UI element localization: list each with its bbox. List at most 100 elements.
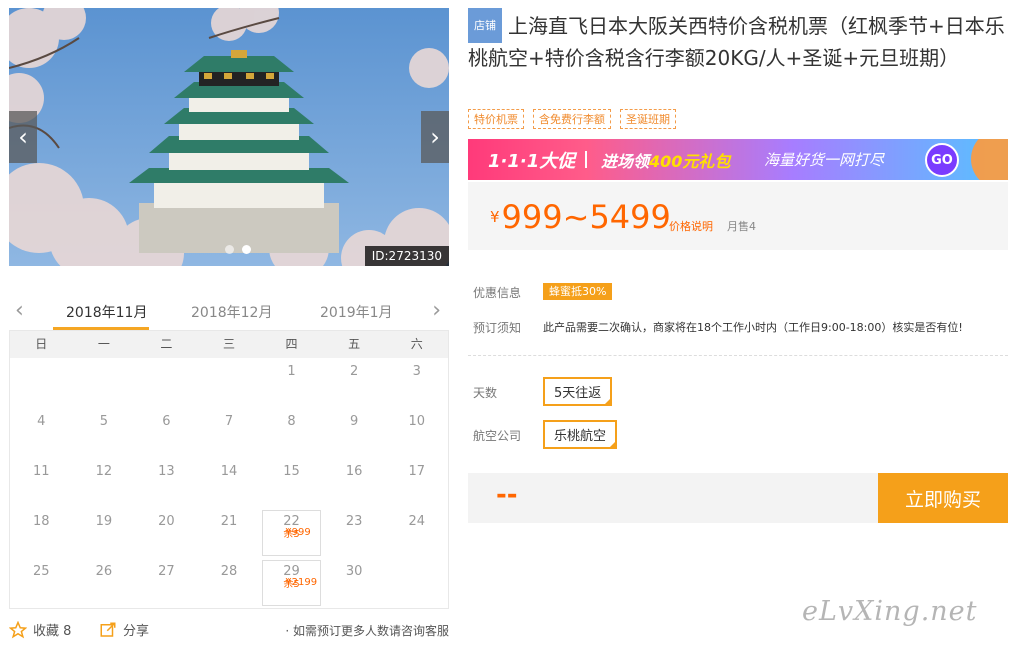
price-calendar: 日一二三四五六 1 2 3 4 5 6 7 8 9 10 11 12 13 14 15 16 17 18 19 20 2… — [9, 330, 449, 609]
weekday-label: 四 — [285, 337, 298, 351]
tab-month-nov[interactable]: 2018年11月 — [66, 302, 147, 322]
chevron-left-icon: ‹ — [18, 123, 28, 151]
calendar-day: 9 — [323, 408, 386, 458]
calendar-day-number: 1 — [287, 364, 296, 379]
gallery-dot-active[interactable] — [242, 245, 251, 254]
weekday-label: 一 — [97, 337, 110, 351]
calendar-day-available[interactable]: 29 ¥2199 余5 — [262, 560, 321, 606]
promo-divider — [585, 151, 587, 168]
calendar-day-number: 8 — [287, 414, 296, 429]
calendar-day: 21 — [198, 508, 261, 558]
calendar-day-number: 19 — [95, 514, 113, 529]
days-label: 天数 — [473, 386, 498, 400]
share-label: 分享 — [123, 624, 150, 639]
calendar-day-number: 24 — [408, 514, 425, 529]
calendar-day-number: 30 — [345, 564, 363, 579]
product-title-text: 上海直飞日本大阪关西特价含税机票（红枫季节+日本乐桃航空+特价含税含行李额20K… — [468, 14, 1005, 70]
calendar-day: 7 — [198, 408, 261, 458]
booking-notice-label: 预订须知 — [473, 321, 522, 335]
calendar-day — [10, 358, 73, 408]
calendar-month-tabs: ‹ 2018年11月 2018年12月 2019年1月 › — [9, 292, 449, 330]
calendar-day-price: ¥999 — [285, 527, 311, 538]
calendar-day: 4 — [10, 408, 73, 458]
calendar-day: 28 — [198, 558, 261, 608]
gallery-prev-button[interactable]: ‹ — [9, 111, 37, 163]
weekday-label: 日 — [35, 337, 48, 351]
star-icon — [9, 620, 27, 638]
calendar-day: 18 — [10, 508, 73, 558]
promo-subtext: 海量好货一网打尽 — [764, 151, 885, 169]
promo-headline: 进场领400元礼包 — [601, 148, 730, 172]
calendar-day-available[interactable]: 22 ¥999 余5 — [262, 510, 321, 556]
product-title: 店铺 上海直飞日本大阪关西特价含税机票（红枫季节+日本乐桃航空+特价含税含行李额2… — [468, 8, 1008, 74]
calendar-day: 20 — [135, 508, 198, 558]
weekday-label: 五 — [348, 337, 361, 351]
calendar-day — [385, 558, 448, 608]
tab-month-jan[interactable]: 2019年1月 — [320, 302, 393, 322]
currency-symbol: ¥ — [490, 208, 500, 226]
gallery-next-button[interactable]: › — [421, 111, 449, 163]
calendar-day: 11 — [10, 458, 73, 508]
promo-go-button[interactable]: GO — [925, 143, 959, 177]
airline-label: 航空公司 — [473, 429, 522, 443]
share-button[interactable]: 分享 — [99, 620, 149, 639]
calendar-day-number: 20 — [158, 514, 175, 529]
promo-logo: 1·1·1大促 — [488, 151, 576, 172]
product-header: 店铺 上海直飞日本大阪关西特价含税机票（红枫季节+日本乐桃航空+特价含税含行李额2… — [468, 8, 1008, 74]
promo-headline-highlight: 400元礼包 — [649, 152, 731, 171]
calendar-day: 17 — [385, 458, 448, 508]
airline-option-selected[interactable]: 乐桃航空 — [543, 420, 618, 449]
calendar-day: 8 — [260, 408, 323, 458]
calendar-day — [73, 358, 136, 408]
calendar-prev-icon[interactable]: ‹ — [15, 298, 24, 323]
chevron-right-icon: › — [430, 123, 440, 151]
calendar-day: 14 — [198, 458, 261, 508]
calendar-day: 2 — [323, 358, 386, 408]
calendar-day-number: 6 — [162, 414, 171, 429]
product-actions-bar: 收藏 8 分享 · 如需预订更多人数请咨询客服 — [9, 620, 449, 642]
booking-notice-text: 此产品需要二次确认，商家将在18个工作小时内（工作日9:00-18:00）核实是… — [543, 321, 963, 334]
monthly-sales: 月售4 — [727, 220, 756, 233]
osaka-castle-image — [9, 8, 449, 266]
gallery-dot[interactable] — [225, 245, 234, 254]
calendar-day: 10 — [385, 408, 448, 458]
calendar-day-number: 18 — [33, 514, 50, 529]
contact-tip: · 如需预订更多人数请咨询客服 — [285, 624, 449, 638]
calendar-next-icon[interactable]: › — [432, 298, 441, 323]
price-range-value: 999~5499 — [501, 198, 671, 236]
product-image-gallery[interactable]: ‹ › ID:2723130 — [9, 8, 449, 266]
calendar-day-number: 7 — [224, 414, 234, 429]
calendar-day-number: 3 — [412, 364, 421, 379]
calendar-day: 23 — [323, 508, 386, 558]
weekday-label: 三 — [222, 337, 235, 351]
promo-banner[interactable]: 1·1·1大促 进场领400元礼包 海量好货一网打尽 GO — [468, 139, 1008, 180]
calendar-day — [198, 358, 261, 408]
tab-month-dec[interactable]: 2018年12月 — [191, 302, 272, 322]
calendar-day: 19 — [73, 508, 136, 558]
calendar-day-number: 2 — [349, 364, 359, 379]
divider — [468, 355, 1008, 356]
calendar-day-number: 25 — [33, 564, 50, 579]
shop-badge[interactable]: 店铺 — [468, 8, 502, 43]
calendar-day-number: 11 — [33, 464, 50, 479]
calendar-day-number: 9 — [349, 414, 359, 429]
calendar-day-number: 14 — [220, 464, 238, 479]
favorite-button[interactable]: 收藏 8 — [9, 620, 71, 639]
product-tags: 特价机票 含免费行李额 圣诞班期 — [468, 109, 676, 129]
tag-item: 含免费行李额 — [533, 109, 611, 129]
calendar-day: 13 — [135, 458, 198, 508]
calendar-day: 27 — [135, 558, 198, 608]
tag-item: 圣诞班期 — [620, 109, 676, 129]
calendar-day: 16 — [323, 458, 386, 508]
calendar-day: 3 — [385, 358, 448, 408]
calendar-day-number: 12 — [95, 464, 113, 479]
calendar-day: 6 — [135, 408, 198, 458]
days-option-selected[interactable]: 5天往返 — [543, 377, 613, 406]
price-note-link[interactable]: 价格说明 — [669, 218, 713, 234]
calendar-day-number: 21 — [220, 514, 238, 529]
discount-badge: 蜂蜜抵30% — [543, 283, 613, 300]
calendar-day: 30 — [323, 558, 386, 608]
calendar-day: 12 — [73, 458, 136, 508]
calendar-day — [135, 358, 198, 408]
buy-now-button[interactable]: 立即购买 — [878, 473, 1008, 523]
